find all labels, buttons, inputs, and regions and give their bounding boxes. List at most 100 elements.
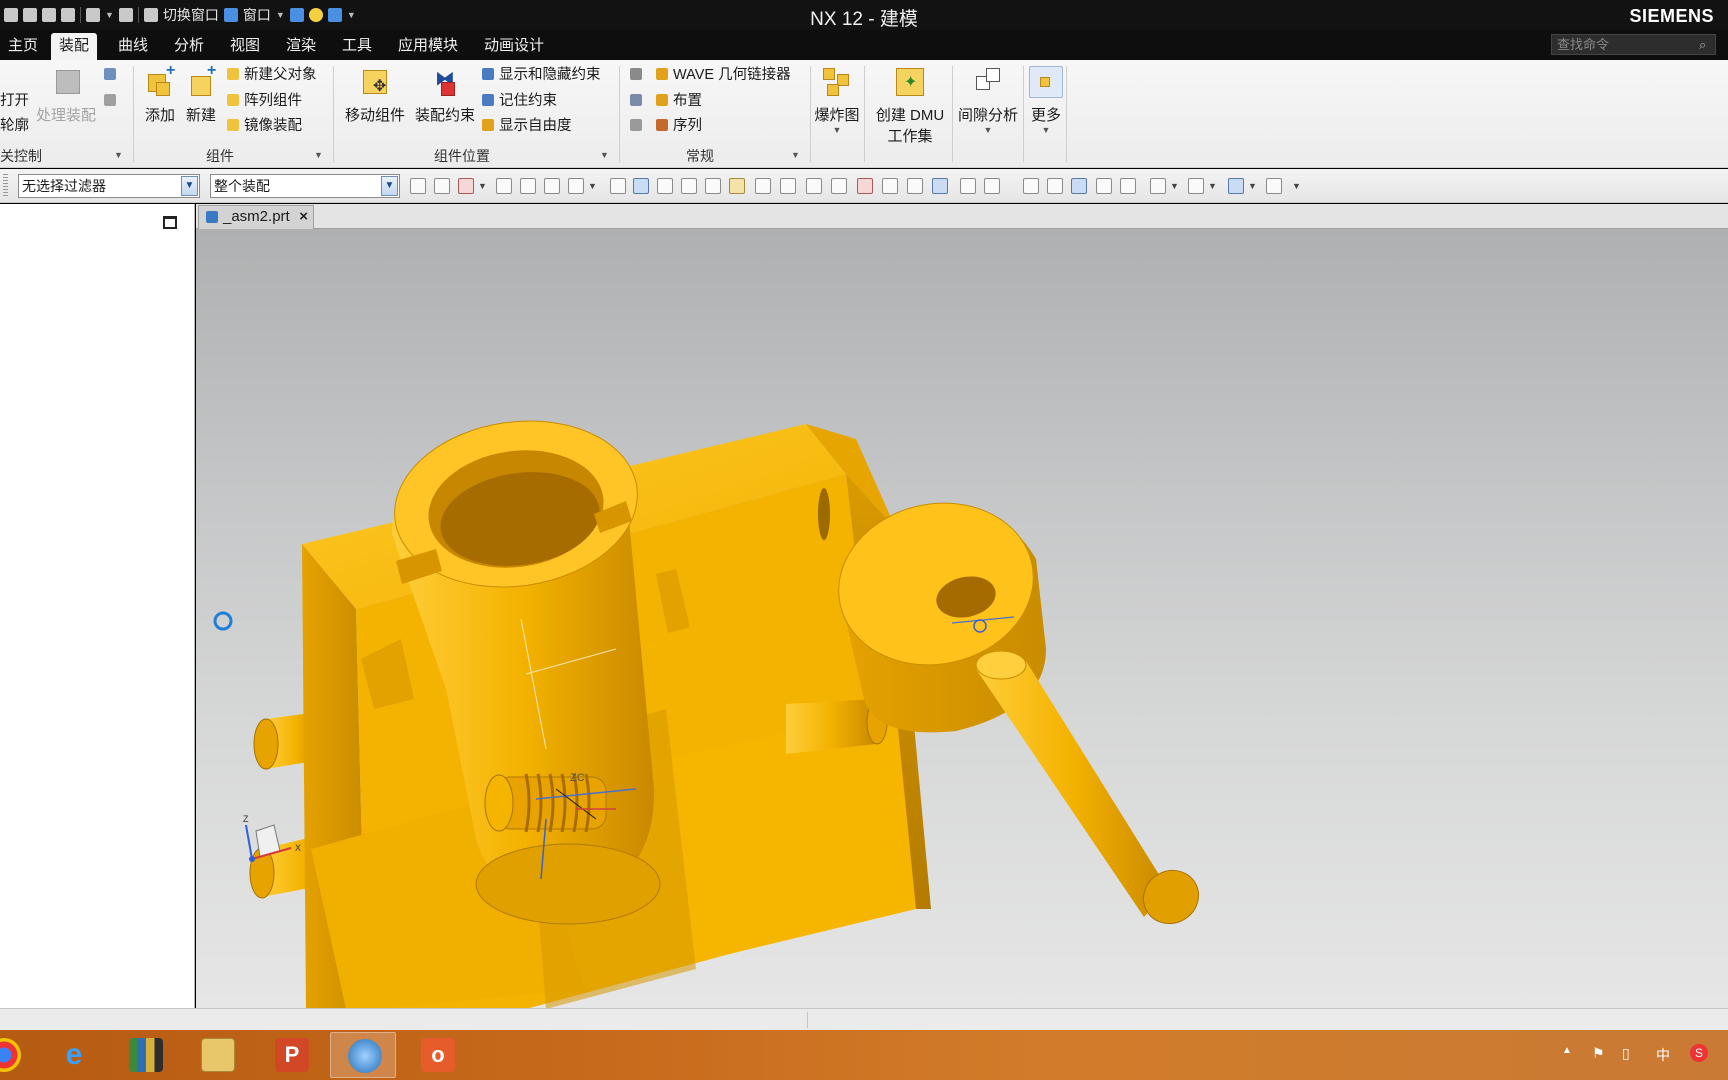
tab-assembly[interactable]: 装配	[51, 33, 98, 60]
spline-icon[interactable]	[755, 178, 771, 194]
show-dof-button[interactable]: 显示自由度	[482, 115, 572, 137]
taskbar-nx[interactable]	[330, 1032, 396, 1078]
chevron-down-icon[interactable]: ▼	[1026, 125, 1066, 135]
select-feature-icon[interactable]	[496, 178, 512, 194]
sequence-button[interactable]: 序列	[656, 115, 702, 137]
snap-point-icon[interactable]	[458, 178, 474, 194]
chevron-down-icon[interactable]: ▼	[1208, 181, 1217, 191]
add-component-button[interactable]: + 添加	[139, 62, 181, 125]
chevron-down-icon[interactable]: ▼	[381, 176, 398, 196]
wave-geometry-linker-button[interactable]: WAVE 几何链接器	[656, 64, 791, 86]
sogou-input-icon[interactable]: S	[1690, 1044, 1708, 1062]
show-parent-icon[interactable]	[434, 178, 450, 194]
taskbar-file-explorer[interactable]	[184, 1032, 250, 1078]
slope-line-icon[interactable]	[907, 178, 923, 194]
reference-set-icon[interactable]	[630, 90, 644, 112]
arc-center-icon[interactable]	[831, 178, 847, 194]
show-hide-constraints-button[interactable]: 显示和隐藏约束	[482, 64, 601, 86]
tab-view[interactable]: 视图	[222, 33, 268, 60]
wave-curve-icon[interactable]	[780, 178, 796, 194]
power-icon[interactable]: ▯	[1622, 1045, 1630, 1062]
chevron-down-icon[interactable]: ▼	[588, 181, 597, 191]
constraint-navigator-icon[interactable]	[104, 64, 120, 86]
zoom-window-icon[interactable]	[1047, 178, 1063, 194]
rotate-icon[interactable]	[1071, 178, 1087, 194]
search-icon[interactable]: ⌕	[1699, 35, 1713, 54]
selection-scope-select[interactable]: 整个装配 ▼	[210, 174, 400, 198]
toolbar-grip[interactable]	[3, 174, 8, 198]
arrangement-button[interactable]: 布置	[656, 90, 702, 112]
chevron-down-icon[interactable]: ▼	[478, 181, 487, 191]
command-search-input[interactable]: 查找命令 ⌕	[1551, 34, 1716, 55]
point-on-face-icon[interactable]	[932, 178, 948, 194]
relations-icon[interactable]	[104, 90, 120, 112]
circle-point-icon[interactable]	[857, 178, 873, 194]
maximize-panel-icon[interactable]	[163, 216, 177, 229]
action-center-flag-icon[interactable]: ⚑	[1592, 1045, 1605, 1062]
new-component-button[interactable]: + 新建	[180, 62, 222, 125]
rectangle-select-icon[interactable]	[568, 178, 584, 194]
view-cube-icon[interactable]	[1228, 178, 1244, 194]
chevron-down-icon[interactable]: ▼	[181, 176, 198, 196]
chevron-down-icon[interactable]: ▼	[791, 150, 800, 160]
exploded-view-button[interactable]: 爆炸图 ▼	[812, 66, 862, 135]
chevron-down-icon[interactable]: ▼	[955, 125, 1021, 135]
chevron-down-icon[interactable]: ▼	[1292, 181, 1301, 191]
taskbar-chrome[interactable]	[0, 1032, 36, 1078]
tab-render[interactable]: 渲染	[278, 33, 324, 60]
edge-icon[interactable]	[705, 178, 721, 194]
tab-applications[interactable]: 应用模块	[390, 33, 466, 60]
component-group-icon[interactable]	[630, 115, 644, 137]
zoom-fit-icon[interactable]	[1023, 178, 1039, 194]
chevron-down-icon[interactable]: ▼	[314, 150, 323, 160]
new-parent-button[interactable]: 新建父对象	[227, 64, 317, 86]
move-component-button[interactable]: ✥ 移动组件	[340, 66, 410, 125]
remember-constraints-button[interactable]: 记住约束	[482, 90, 557, 112]
chevron-down-icon[interactable]: ▼	[1248, 181, 1257, 191]
show-hidden-icons-icon[interactable]: ▲	[1562, 1045, 1572, 1056]
taskbar-office[interactable]: o	[404, 1032, 470, 1078]
close-icon[interactable]: ×	[299, 206, 308, 228]
curve-icon[interactable]	[729, 178, 745, 194]
process-assembly-button[interactable]: 处理装配	[34, 66, 98, 125]
chevron-down-icon[interactable]: ▼	[812, 125, 862, 135]
solid-icon[interactable]	[633, 178, 649, 194]
mirror-assembly-button[interactable]: 镜像装配	[227, 115, 302, 137]
tab-tools[interactable]: 工具	[334, 33, 380, 60]
chevron-down-icon[interactable]: ▼	[1170, 181, 1179, 191]
taskbar-internet-explorer[interactable]: e	[40, 1032, 106, 1078]
taskbar-library[interactable]	[112, 1032, 178, 1078]
more-button[interactable]: 更多 ▼	[1026, 66, 1066, 135]
tangent-icon[interactable]	[806, 178, 822, 194]
chevron-down-icon[interactable]: ▼	[600, 150, 609, 160]
tab-animation-design[interactable]: 动画设计	[476, 33, 552, 60]
line-icon[interactable]	[681, 178, 697, 194]
outline-button[interactable]: 轮廓	[0, 115, 29, 137]
document-tab[interactable]: _asm2.prt ×	[198, 205, 314, 229]
layer-icon[interactable]	[960, 178, 976, 194]
lever-rod[interactable]	[975, 650, 1208, 934]
render-style-icon[interactable]	[1150, 178, 1166, 194]
chevron-down-icon[interactable]: ▼	[114, 150, 123, 160]
clearance-analysis-button[interactable]: 间隙分析 ▼	[955, 66, 1021, 135]
component-select-icon[interactable]	[610, 178, 626, 194]
book-icon[interactable]	[984, 178, 1000, 194]
general-selection-icon[interactable]	[410, 178, 426, 194]
open-button[interactable]: 打开	[0, 90, 29, 112]
wave-interpart-icon[interactable]	[630, 64, 644, 86]
perspective-icon[interactable]	[1120, 178, 1136, 194]
pan-icon[interactable]	[1096, 178, 1112, 194]
plus-point-icon[interactable]	[882, 178, 898, 194]
select-face-icon[interactable]	[520, 178, 536, 194]
taskbar-powerpoint[interactable]: P	[258, 1032, 324, 1078]
section-view-icon[interactable]	[1266, 178, 1282, 194]
tab-analysis[interactable]: 分析	[166, 33, 212, 60]
graphics-window[interactable]: ZC Z X	[196, 229, 1728, 1008]
assembly-model[interactable]: ZC Z X	[196, 229, 1728, 1008]
create-dmu-workset-button[interactable]: ✦ 创建 DMU 工作集	[870, 66, 950, 146]
multi-point-icon[interactable]	[657, 178, 673, 194]
tab-curve[interactable]: 曲线	[110, 33, 156, 60]
assembly-constraint-button[interactable]: ⧓ 装配约束	[410, 66, 480, 125]
orientation-icon[interactable]	[1188, 178, 1204, 194]
ime-indicator[interactable]: 中	[1656, 1045, 1670, 1065]
